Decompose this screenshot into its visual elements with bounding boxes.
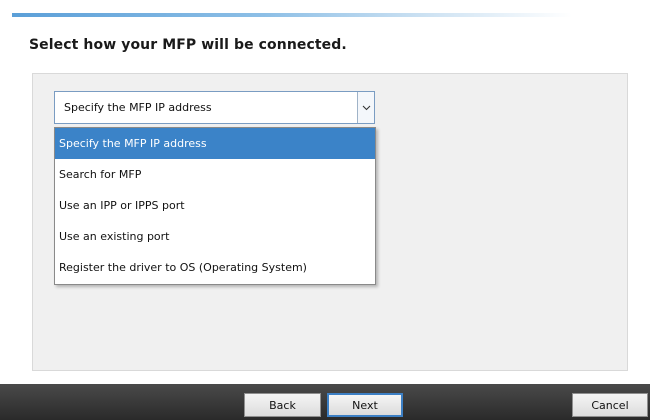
select-current-value: Specify the MFP IP address [64,101,212,114]
next-button[interactable]: Next [327,393,403,417]
connection-method-select[interactable]: Specify the MFP IP address [54,91,375,124]
option-ipp-port[interactable]: Use an IPP or IPPS port [55,190,375,221]
progress-accent-bar [12,13,572,17]
option-register-driver[interactable]: Register the driver to OS (Operating Sys… [55,252,375,283]
option-specify-ip[interactable]: Specify the MFP IP address [55,128,375,159]
page-title: Select how your MFP will be connected. [29,37,347,53]
footer-bar [0,384,650,420]
back-button[interactable]: Back [244,393,321,417]
installer-window: Select how your MFP will be connected. S… [0,0,650,420]
connection-method-options: Specify the MFP IP address Search for MF… [54,127,376,285]
option-existing-port[interactable]: Use an existing port [55,221,375,252]
chevron-down-icon[interactable] [357,92,374,123]
option-search-mfp[interactable]: Search for MFP [55,159,375,190]
cancel-button[interactable]: Cancel [572,393,648,417]
